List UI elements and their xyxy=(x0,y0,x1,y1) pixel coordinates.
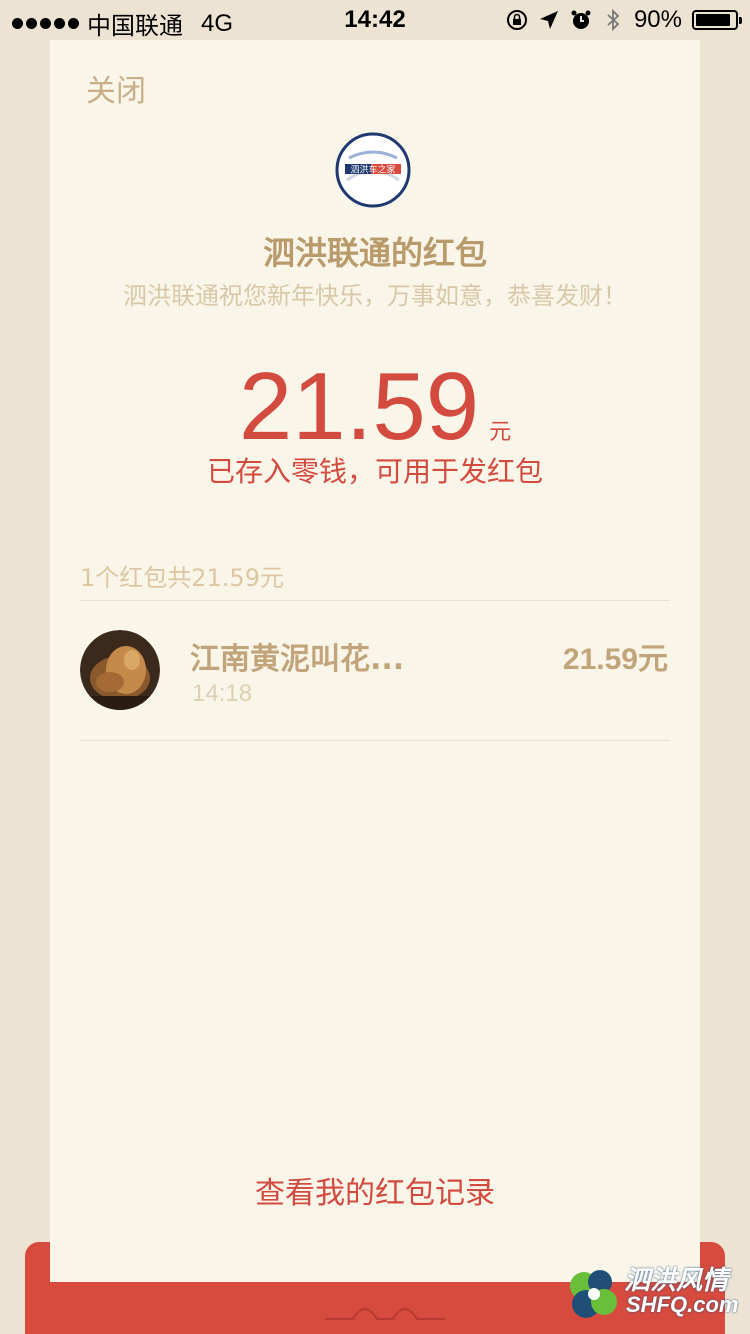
site-watermark: 泗洪风情 SHFQ.com xyxy=(564,1260,742,1326)
red-packet-detail-card: 关闭 泗洪车之家 泗洪联通的红包 泗洪联通祝您新年快乐，万事如意，恭喜发财！ 2… xyxy=(50,40,700,1282)
avatar xyxy=(80,630,160,710)
record-amount: 21.59元 xyxy=(562,643,668,676)
packet-summary: 1个红包共21.59元 xyxy=(80,564,284,592)
battery-percent: 90% xyxy=(633,6,682,33)
record-time: 14:18 xyxy=(192,680,253,707)
close-button[interactable]: 关闭 xyxy=(86,66,146,110)
sender-name: 泗洪联通的红包 xyxy=(262,234,487,272)
battery-icon xyxy=(692,10,742,30)
view-history-link[interactable]: 查看我的红包记录 xyxy=(50,1168,700,1212)
summary-divider xyxy=(80,600,670,601)
battery-fill xyxy=(696,14,730,26)
saved-to-wallet-note[interactable]: 已存入零钱，可用于发红包 xyxy=(50,450,700,490)
greeting-message: 泗洪联通祝您新年快乐，万事如意，恭喜发财！ xyxy=(123,282,627,310)
record-sender-name: 江南黄泥叫花... xyxy=(190,642,405,677)
envelope-flap-curve xyxy=(325,1308,445,1320)
watermark-logo-icon xyxy=(570,1270,617,1318)
record-divider xyxy=(80,740,670,741)
sender-logo: 泗洪车之家 xyxy=(335,132,411,208)
svg-text:泗洪车之家: 泗洪车之家 xyxy=(350,164,395,176)
watermark-site: SHFQ.com xyxy=(626,1292,739,1317)
status-bar: 中国联通 4G 14:42 90% xyxy=(0,0,750,40)
amount-value: 21.59 xyxy=(238,353,480,460)
rotation-lock-icon xyxy=(506,10,527,30)
amount-row: 21.59 元 xyxy=(50,352,700,462)
amount-unit: 元 xyxy=(489,420,512,445)
bluetooth-icon xyxy=(607,9,620,31)
alarm-icon xyxy=(571,10,591,29)
location-arrow-icon xyxy=(539,11,558,29)
status-right: 90% xyxy=(506,6,742,34)
